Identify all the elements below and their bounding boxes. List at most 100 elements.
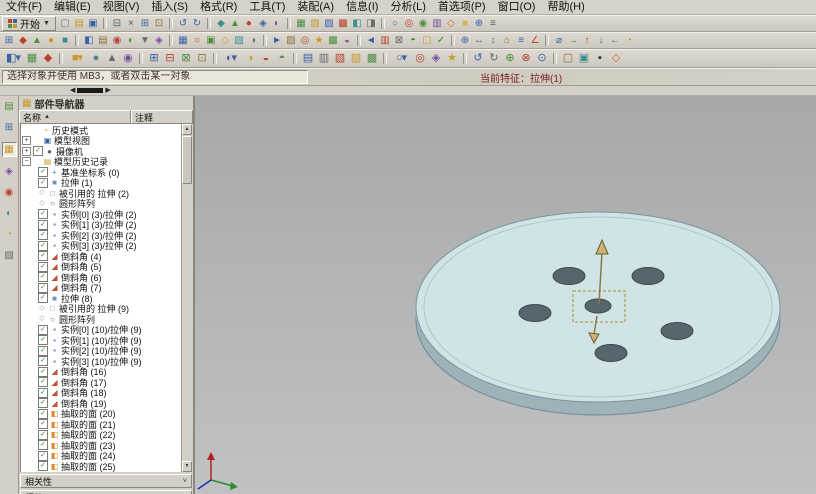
tool-button[interactable]: ▲ xyxy=(30,34,44,47)
feature-checkbox[interactable]: ✓ xyxy=(38,367,48,377)
feature-checkbox[interactable]: ✓ xyxy=(38,419,48,429)
cut-button[interactable]: × xyxy=(124,17,138,30)
tool-button[interactable]: ≡ xyxy=(514,34,528,47)
tool-button[interactable]: ■ xyxy=(58,34,72,47)
tool-button[interactable]: ▧ xyxy=(308,17,322,30)
feature-checkbox[interactable]: ◇ xyxy=(38,305,46,313)
part-navigator-icon[interactable]: ▦ xyxy=(2,142,17,157)
tool-button[interactable]: ▤ xyxy=(96,34,110,47)
tool-button[interactable]: ◉ xyxy=(120,51,136,66)
feature-checkbox[interactable]: ✓ xyxy=(38,251,48,261)
column-header-comment[interactable]: 注释 xyxy=(131,110,193,124)
web-browser-icon[interactable]: ◐ xyxy=(3,207,16,220)
tool-button[interactable]: ▢ xyxy=(560,51,576,66)
expander-icon[interactable]: + xyxy=(22,136,31,145)
reuse-library-icon[interactable]: ◈ xyxy=(3,165,16,178)
column-header-name[interactable]: 名称 ▲ xyxy=(19,110,131,124)
tool-button[interactable]: ← xyxy=(608,34,622,47)
tool-button[interactable]: ⌂ xyxy=(500,34,514,47)
assembly-navigator-icon[interactable]: ▤ xyxy=(3,100,16,113)
tree-row[interactable]: ✓ + 基准坐标系 (0) xyxy=(21,167,181,178)
feature-checkbox[interactable]: ✓ xyxy=(38,262,48,272)
menu-item[interactable]: 首选项(P) xyxy=(432,0,492,14)
tool-button[interactable]: ▩ xyxy=(336,17,350,30)
save-button[interactable]: ▣ xyxy=(86,17,100,30)
tool-button[interactable]: ◨ xyxy=(364,17,378,30)
feature-checkbox[interactable]: ✓ xyxy=(38,430,48,440)
feature-checkbox[interactable]: ✓ xyxy=(38,377,48,387)
tool-button[interactable]: ◈ xyxy=(152,34,166,47)
feature-checkbox[interactable]: ◇ xyxy=(38,200,46,208)
tool-button[interactable]: ⊙ xyxy=(534,51,550,66)
tool-button[interactable]: ★ xyxy=(312,34,326,47)
tool-button[interactable]: ◐▾ xyxy=(220,51,242,66)
feature-checkbox[interactable]: ✓ xyxy=(38,388,48,398)
feature-checkbox[interactable]: ✓ xyxy=(38,451,48,461)
tool-button[interactable]: ◐ xyxy=(124,34,138,47)
tool-button[interactable]: ◎ xyxy=(402,17,416,30)
tool-button[interactable]: ◔ xyxy=(622,34,636,47)
menu-item[interactable]: 分析(L) xyxy=(384,0,431,14)
tool-button[interactable]: ● xyxy=(88,51,104,66)
tool-button[interactable]: ▥ xyxy=(430,17,444,30)
redo-button[interactable]: ↻ xyxy=(190,17,204,30)
tool-button[interactable]: ◉ xyxy=(110,34,124,47)
feature-checkbox[interactable]: ◇ xyxy=(38,315,46,323)
tool-button[interactable]: ▣ xyxy=(576,51,592,66)
tool-button[interactable]: ◧ xyxy=(350,17,364,30)
tool-button[interactable]: ⊠ xyxy=(392,34,406,47)
menu-item[interactable]: 信息(I) xyxy=(340,0,384,14)
feature-checkbox[interactable]: ✓ xyxy=(38,409,48,419)
tool-button[interactable]: ✓ xyxy=(434,34,448,47)
tool-button[interactable]: ◆ xyxy=(214,17,228,30)
tool-button[interactable]: ⊕ xyxy=(502,51,518,66)
tool-button[interactable]: ◇ xyxy=(218,34,232,47)
feature-checkbox[interactable]: ◇ xyxy=(38,189,46,197)
tool-button[interactable]: ▦ xyxy=(24,51,40,66)
tree-row[interactable]: ✓ ◢ 倒斜角 (7) xyxy=(21,283,181,294)
tool-button[interactable]: ► xyxy=(270,34,284,47)
feature-checkbox[interactable]: ✓ xyxy=(38,293,48,303)
scroll-thumb[interactable] xyxy=(182,136,192,184)
tool-button[interactable]: ↻ xyxy=(486,51,502,66)
tool-button[interactable]: ◈ xyxy=(256,17,270,30)
paste-button[interactable]: ⊡ xyxy=(152,17,166,30)
feature-checkbox[interactable]: ✓ xyxy=(38,209,48,219)
tool-button[interactable]: ⊗ xyxy=(518,51,534,66)
tool-button[interactable]: ▥ xyxy=(316,51,332,66)
tool-button[interactable]: ∠ xyxy=(528,34,542,47)
tool-button[interactable]: ○ xyxy=(190,34,204,47)
tool-button[interactable]: ◒ xyxy=(258,51,274,66)
tool-button[interactable]: ○ xyxy=(388,17,402,30)
tool-button[interactable]: ↓ xyxy=(594,34,608,47)
tree-scrollbar[interactable]: ▲ ▼ xyxy=(181,124,192,472)
tool-button[interactable]: ⊟ xyxy=(162,51,178,66)
tool-button[interactable]: ▼ xyxy=(138,34,152,47)
copy-button[interactable]: ⊞ xyxy=(138,17,152,30)
tool-button[interactable]: ⊕ xyxy=(472,17,486,30)
tool-button[interactable]: ▣ xyxy=(204,34,218,47)
tool-button[interactable]: ◉ xyxy=(416,17,430,30)
menu-item[interactable]: 窗口(O) xyxy=(492,0,542,14)
tool-button[interactable]: ↔ xyxy=(472,34,486,47)
feature-checkbox[interactable]: ✓ xyxy=(38,325,48,335)
tree-row[interactable]: ◇ □ 被引用的 拉伸 (2) xyxy=(21,188,181,199)
tool-button[interactable]: ▨ xyxy=(322,17,336,30)
tool-button[interactable]: ⊕ xyxy=(458,34,472,47)
start-menu-button[interactable]: 开始 ▼ xyxy=(2,16,56,31)
tool-button[interactable]: ★ xyxy=(444,51,460,66)
tool-button[interactable]: ◧ xyxy=(82,34,96,47)
expander-icon[interactable]: + xyxy=(22,147,31,156)
tool-button[interactable]: ⊠ xyxy=(178,51,194,66)
tool-button[interactable]: ◎ xyxy=(298,34,312,47)
tool-button[interactable]: ▥ xyxy=(378,34,392,47)
tool-button[interactable]: ≡ xyxy=(486,17,500,30)
tool-button[interactable]: ◒ xyxy=(340,34,354,47)
tool-button[interactable]: ▦ xyxy=(176,34,190,47)
tool-button[interactable]: ◆ xyxy=(40,51,56,66)
tool-button[interactable]: ▨ xyxy=(284,34,298,47)
resize-left-arrow-icon[interactable]: ◀ xyxy=(70,87,75,95)
tree-row[interactable]: + ▣ 模型视图 xyxy=(21,136,181,147)
tool-button[interactable]: ◇ xyxy=(608,51,624,66)
feature-checkbox[interactable]: ✓ xyxy=(38,356,48,366)
